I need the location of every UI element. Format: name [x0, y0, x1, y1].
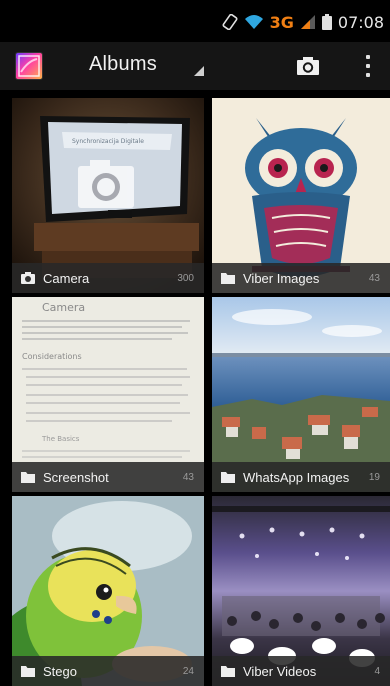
album-tile-camera[interactable]: Synchronizacija Digitale Camera 300: [12, 98, 204, 293]
folder-icon: [221, 472, 235, 483]
album-tile-stego[interactable]: Stego 24: [12, 496, 204, 686]
camera-button[interactable]: [294, 52, 322, 80]
album-name: Viber Images: [243, 270, 320, 286]
album-count: 4: [374, 665, 380, 677]
overflow-menu-button[interactable]: [360, 50, 376, 82]
battery-icon: [321, 14, 332, 30]
status-bar: 3G 07:08: [0, 0, 390, 42]
album-caption: Stego 24: [12, 656, 204, 686]
album-tile-screenshot[interactable]: Camera Considerations The Basics Screens…: [12, 297, 204, 492]
album-name: Viber Videos: [243, 663, 317, 679]
folder-icon: [21, 472, 35, 483]
album-tile-whatsapp-images[interactable]: WhatsApp Images 19: [212, 297, 390, 492]
action-bar: Albums: [0, 42, 390, 90]
album-name: Stego: [43, 663, 77, 679]
gallery-app-icon[interactable]: [16, 53, 42, 79]
rotation-icon: [222, 14, 238, 30]
album-caption: Screenshot 43: [12, 462, 204, 492]
svg-text:Camera: Camera: [42, 301, 85, 314]
album-name: Screenshot: [43, 469, 109, 485]
album-name: Camera: [43, 270, 90, 286]
svg-text:Considerations: Considerations: [22, 352, 82, 361]
overflow-dot-icon: [366, 64, 370, 68]
album-caption: Viber Images 43: [212, 263, 390, 293]
network-type: 3G: [269, 12, 294, 32]
album-tile-viber-videos[interactable]: Viber Videos 4: [212, 496, 390, 686]
page-title[interactable]: Albums: [89, 53, 157, 76]
album-count: 19: [368, 471, 380, 483]
album-count: 24: [182, 665, 194, 677]
camera-icon: [297, 57, 319, 75]
signal-icon: [300, 15, 315, 29]
dropdown-indicator-icon[interactable]: [194, 66, 204, 76]
folder-icon: [221, 666, 235, 677]
folder-icon: [221, 273, 235, 284]
album-count: 300: [177, 272, 194, 284]
album-caption: Viber Videos 4: [212, 656, 390, 686]
svg-text:The Basics: The Basics: [41, 435, 80, 443]
clock: 07:08: [337, 12, 384, 32]
album-count: 43: [368, 272, 380, 284]
album-count: 43: [182, 471, 194, 483]
status-icons: 3G 07:08: [222, 12, 384, 32]
svg-text:Synchronizacija Digitale: Synchronizacija Digitale: [72, 138, 144, 145]
folder-icon: [21, 666, 35, 677]
album-name: WhatsApp Images: [243, 469, 350, 485]
album-caption: Camera 300: [12, 263, 204, 293]
album-grid: Synchronizacija Digitale Camera 300 Vibe…: [0, 90, 390, 686]
wifi-icon: [244, 15, 263, 29]
album-tile-viber-images[interactable]: Viber Images 43: [212, 98, 390, 293]
overflow-dot-icon: [366, 55, 370, 59]
overflow-dot-icon: [366, 73, 370, 77]
camera-icon: [21, 272, 35, 284]
gallery-logo-icon: [18, 55, 40, 77]
album-caption: WhatsApp Images 19: [212, 462, 390, 492]
